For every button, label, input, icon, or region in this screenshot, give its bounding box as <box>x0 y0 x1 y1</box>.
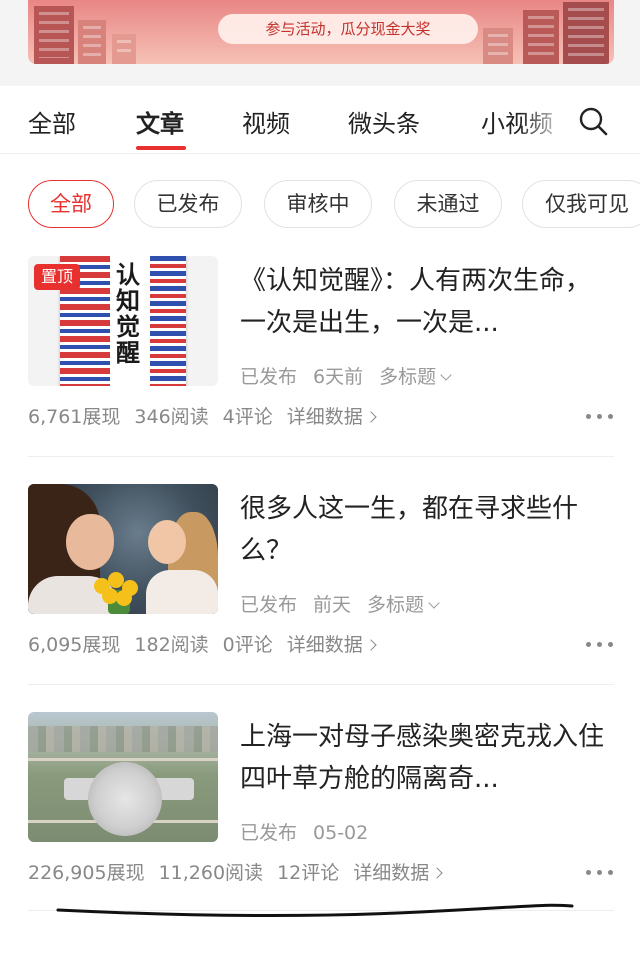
detail-data-link[interactable]: 详细数据 <box>286 634 377 656</box>
photo-shape <box>28 726 218 752</box>
article-thumbnail[interactable] <box>28 484 218 614</box>
photo-shape <box>66 514 114 570</box>
more-dots-icon <box>586 870 591 875</box>
banner-area: 参与活动，瓜分现金大奖 <box>0 0 640 86</box>
impressions-count: 6,095展现 <box>28 634 121 656</box>
filter-all[interactable]: 全部 <box>28 180 114 228</box>
status-filter-bar: 全部 已发布 审核中 未通过 仅我可见 <box>0 180 640 230</box>
reads-count: 346阅读 <box>134 406 209 428</box>
pinned-badge: 置顶 <box>34 264 81 290</box>
chevron-right-icon <box>431 867 443 879</box>
tab-videos[interactable]: 视频 <box>242 104 290 139</box>
cover-stripes <box>150 256 186 386</box>
divider <box>28 684 614 685</box>
more-dots-icon <box>586 642 591 647</box>
more-options-button[interactable] <box>586 410 614 422</box>
reads-count: 11,260阅读 <box>158 862 264 884</box>
photo-shape <box>28 758 218 761</box>
more-dots-icon <box>597 870 602 875</box>
reads-count: 182阅读 <box>134 634 209 656</box>
detail-data-label: 详细数据 <box>286 406 363 428</box>
article-meta: 已发布 前天 多标题 <box>240 590 454 617</box>
search-button[interactable] <box>570 100 614 140</box>
more-dots-icon <box>597 414 602 419</box>
book-cover-title: 认知觉醒 <box>116 260 140 367</box>
article-status: 已发布 <box>240 594 298 616</box>
more-dots-icon <box>586 414 591 419</box>
chevron-down-icon <box>440 369 452 381</box>
multi-title-dropdown[interactable]: 多标题 <box>379 366 452 388</box>
hand-drawn-underline <box>56 903 574 918</box>
filter-published[interactable]: 已发布 <box>134 180 242 228</box>
flower-bouquet <box>90 572 146 614</box>
article-title[interactable]: 《认知觉醒》：人有两次生命，一次是出生，一次是... <box>240 260 612 344</box>
chevron-right-icon <box>365 411 377 423</box>
tabs-fade-overlay <box>520 86 570 152</box>
article-stats: 226,905展现 11,260阅读 12评论 详细数据 <box>28 858 455 885</box>
banner-building <box>112 34 136 64</box>
comments-count: 12评论 <box>277 862 340 884</box>
more-options-button[interactable] <box>586 638 614 650</box>
tab-micro-posts[interactable]: 微头条 <box>348 104 420 139</box>
photo-shape <box>146 570 218 614</box>
filter-rejected[interactable]: 未通过 <box>394 180 502 228</box>
activity-banner[interactable]: 参与活动，瓜分现金大奖 <box>28 0 614 64</box>
detail-data-link[interactable]: 详细数据 <box>353 862 443 884</box>
multi-title-label: 多标题 <box>367 594 425 616</box>
article-status: 已发布 <box>240 366 298 388</box>
article-title[interactable]: 上海一对母子感染奥密克戎入住四叶草方舱的隔离奇... <box>240 716 612 800</box>
tab-articles[interactable]: 文章 <box>136 104 184 139</box>
photo-shape <box>148 520 186 564</box>
article-thumbnail[interactable]: 认知觉醒 置顶 <box>28 256 218 386</box>
more-options-button[interactable] <box>586 866 614 878</box>
comments-count: 4评论 <box>222 406 273 428</box>
more-dots-icon <box>608 642 613 647</box>
banner-building <box>523 10 559 64</box>
article-meta: 已发布 6天前 多标题 <box>240 362 466 389</box>
more-dots-icon <box>608 414 613 419</box>
more-dots-icon <box>608 870 613 875</box>
article-stats: 6,095展现 182阅读 0评论 详细数据 <box>28 630 389 657</box>
article-time: 前天 <box>313 594 352 616</box>
article-stats: 6,761展现 346阅读 4评论 详细数据 <box>28 402 389 429</box>
article-title[interactable]: 很多人这一生，都在寻求些什么？ <box>240 488 612 572</box>
multi-title-label: 多标题 <box>379 366 437 388</box>
search-icon <box>579 107 608 136</box>
divider <box>28 456 614 457</box>
filter-under-review[interactable]: 审核中 <box>264 180 372 228</box>
article-status: 已发布 <box>240 822 298 844</box>
comments-count: 0评论 <box>222 634 273 656</box>
article-thumbnail[interactable] <box>28 712 218 842</box>
article-meta: 已发布 05-02 <box>240 818 384 845</box>
tab-all[interactable]: 全部 <box>28 104 76 139</box>
banner-building <box>78 20 106 64</box>
multi-title-dropdown[interactable]: 多标题 <box>367 594 440 616</box>
detail-data-link[interactable]: 详细数据 <box>286 406 377 428</box>
detail-data-label: 详细数据 <box>286 634 363 656</box>
active-tab-indicator <box>136 146 186 150</box>
chevron-down-icon <box>428 597 440 609</box>
impressions-count: 226,905展现 <box>28 862 145 884</box>
banner-building <box>34 6 74 64</box>
more-dots-icon <box>597 642 602 647</box>
content-type-tabs: 全部 文章 视频 微头条 小视频 <box>0 86 640 154</box>
article-time: 05-02 <box>313 822 369 844</box>
banner-cta-text[interactable]: 参与活动，瓜分现金大奖 <box>218 14 478 44</box>
impressions-count: 6,761展现 <box>28 406 121 428</box>
banner-building <box>483 28 513 64</box>
convention-center-shape <box>88 762 162 836</box>
banner-building <box>563 2 609 64</box>
chevron-right-icon <box>365 639 377 651</box>
article-time: 6天前 <box>313 366 364 388</box>
detail-data-label: 详细数据 <box>353 862 430 884</box>
filter-private[interactable]: 仅我可见 <box>522 180 640 228</box>
